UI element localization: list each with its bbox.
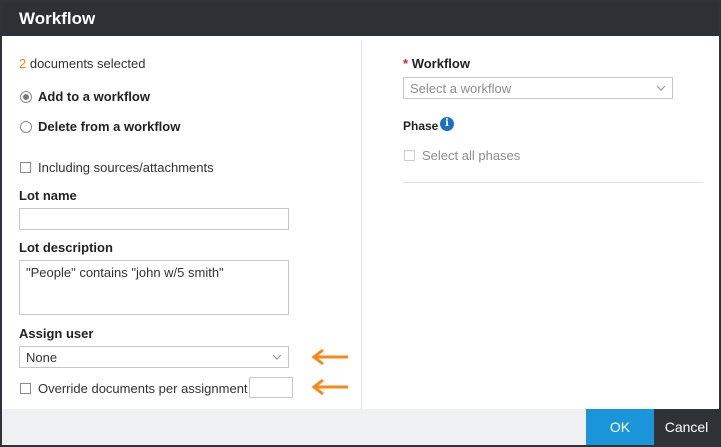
select-all-phases-checkbox[interactable] (404, 150, 415, 161)
arrow-left-icon (311, 378, 348, 396)
workflow-select[interactable]: Select a workflow (403, 77, 673, 99)
workflow-dialog: Workflow 2 documents selected Add to a w… (0, 0, 721, 447)
include-sources-label: Including sources/attachments (38, 160, 214, 175)
override-count-input[interactable] (249, 377, 293, 398)
selection-summary: 2 documents selected (19, 56, 145, 71)
assign-user-value: None (26, 350, 58, 365)
ok-button[interactable]: OK (586, 409, 654, 445)
workflow-label: Workflow (411, 56, 470, 71)
dialog-titlebar: Workflow (2, 2, 719, 36)
cancel-button[interactable]: Cancel (654, 409, 719, 445)
select-all-phases-option[interactable]: Select all phases (403, 146, 563, 164)
column-divider (361, 40, 362, 409)
radio-add-indicator[interactable] (20, 91, 32, 103)
lot-description-value: "People" contains "john w/5 smith" (26, 265, 224, 280)
radio-delete-indicator[interactable] (20, 121, 32, 133)
radio-delete-from-workflow[interactable]: Delete from a workflow (19, 118, 199, 136)
radio-delete-label: Delete from a workflow (38, 119, 181, 134)
include-sources-option[interactable]: Including sources/attachments (19, 158, 239, 176)
override-label: Override documents per assignment (38, 381, 248, 396)
chevron-down-icon (656, 79, 666, 100)
phase-label: Phase (403, 119, 439, 133)
dialog-title: Workflow (19, 9, 96, 28)
info-icon[interactable]: i (440, 117, 454, 131)
lot-name-input[interactable] (19, 208, 289, 230)
radio-add-to-workflow[interactable]: Add to a workflow (19, 88, 179, 106)
assign-user-label: Assign user (19, 326, 94, 341)
assign-user-select[interactable]: None (19, 346, 289, 368)
chevron-down-icon (272, 348, 282, 369)
phase-divider (403, 182, 703, 183)
selection-text: documents selected (26, 56, 146, 71)
override-checkbox[interactable] (20, 383, 31, 394)
select-all-phases-label: Select all phases (422, 148, 521, 163)
workflow-field-label: * Workflow (403, 56, 470, 71)
lot-description-textarea[interactable]: "People" contains "john w/5 smith" (19, 260, 289, 315)
lot-name-label: Lot name (19, 188, 77, 203)
arrow-left-icon (311, 348, 348, 366)
include-sources-checkbox[interactable] (20, 162, 31, 173)
workflow-placeholder: Select a workflow (410, 81, 512, 96)
radio-add-label: Add to a workflow (38, 89, 150, 104)
lot-description-label: Lot description (19, 240, 113, 255)
override-option[interactable]: Override documents per assignment (19, 379, 249, 397)
required-marker: * (403, 56, 409, 71)
